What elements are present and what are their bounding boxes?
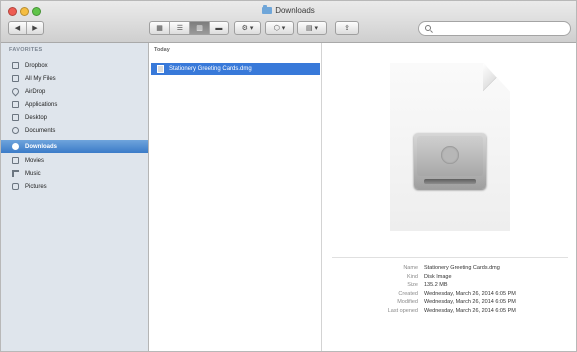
sidebar-item-music[interactable]: Music [1,167,148,180]
forward-button[interactable]: ▶ [27,22,43,34]
info-row-name: Name Stationery Greeting Cards.dmg [332,264,568,273]
movies-icon [12,157,19,164]
info-key: Kind [406,273,418,280]
info-row-created: Created Wednesday, March 26, 2014 6:05 PM [332,290,568,299]
info-value: Disk Image [424,273,452,280]
chevron-right-icon: ▶ [32,25,38,32]
music-icon [12,170,19,177]
sidebar-item-desktop[interactable]: Desktop [1,111,148,124]
view-mode-control: ▦ ☰ ▥ ▬ [149,21,229,35]
drive-slot [424,179,476,184]
search-input[interactable] [433,23,567,36]
documents-icon [12,127,19,134]
sidebar-item-movies[interactable]: Movies [1,154,148,167]
pictures-icon [12,183,19,190]
icon-view-button[interactable]: ▦ [150,22,171,34]
coverflow-view-button[interactable]: ▬ [210,22,228,34]
chevron-left-icon: ◀ [14,25,21,32]
sidebar-item-label: Dropbox [25,62,48,69]
sidebar-item-documents[interactable]: Documents [1,124,148,137]
file-column: Today Stationery Greeting Cards.dmg [149,43,322,351]
drive-platter [441,146,459,164]
disk-image-icon [390,63,510,231]
info-value: 135.2 MB [424,282,448,288]
share-icon: ⇪ [344,25,350,32]
sidebar-item-label: Applications [25,101,58,108]
info-key: Size [407,282,418,288]
action-menu-icon: ▤ ▾ [305,25,319,32]
info-key: Last opened [387,307,418,314]
sidebar-item-pictures[interactable]: Pictures [1,180,148,193]
sidebar-section-favorites: FAVORITES [9,47,43,53]
dropbox-icon: ⬡ ▾ [273,25,286,32]
sidebar: FAVORITES Dropbox All My Files AirDrop A… [1,43,149,351]
box-icon [12,62,19,69]
search-icon [425,25,431,31]
folder-icon [262,5,273,15]
preview-pane: Name Stationery Greeting Cards.dmg Kind Di… [322,43,576,351]
info-value: Wednesday, March 26, 2014 6:05 PM [424,307,516,314]
finder-window: Downloads ◀ ▶ ▦ ☰ ▥ ▬ ⚙ ▾ ⬡ ▾ ▤ ▾ ⇪ FAVO… [0,0,577,352]
info-value: Wednesday, March 26, 2014 6:05 PM [424,290,516,297]
sidebar-item-label: AirDrop [25,88,46,95]
coverflow-view-icon: ▬ [215,24,223,32]
sidebar-item-label: Desktop [25,114,48,121]
file-name: Stationery Greeting Cards.dmg [169,66,252,72]
info-row-size: Size 135.2 MB [332,281,568,290]
info-value: Stationery Greeting Cards.dmg [424,265,500,271]
action-button[interactable]: ▤ ▾ [297,21,327,35]
file-row[interactable]: Stationery Greeting Cards.dmg [151,63,320,75]
sidebar-item-airdrop[interactable]: AirDrop [1,85,148,98]
sidebar-item-label: All My Files [25,75,56,82]
column-view-icon: ▥ [196,25,203,32]
back-forward-control: ◀ ▶ [8,21,44,35]
sidebar-item-label: Movies [25,157,45,164]
back-button[interactable]: ◀ [9,22,27,34]
sidebar-item-label: Downloads [25,143,58,150]
info-key: Modified [397,299,418,305]
quicklook-button[interactable]: ⇪ [335,21,359,35]
arrange-button[interactable]: ⚙ ▾ [234,21,261,35]
sidebar-item-dropbox[interactable]: Dropbox [1,59,148,72]
column-view-button[interactable]: ▥ [190,22,210,34]
info-key: Name [403,265,418,271]
window-title-text: Downloads [275,6,315,15]
drive-top [417,136,483,176]
downloads-icon [12,143,19,150]
sidebar-item-label: Pictures [25,183,47,190]
list-view-icon: ☰ [176,25,183,32]
desktop-icon [12,114,19,121]
info-value: Wednesday, March 26, 2014 6:05 PM [424,299,516,305]
sidebar-item-applications[interactable]: Applications [1,98,148,111]
airdrop-icon [10,86,21,97]
search-field[interactable] [418,21,571,36]
sidebar-item-downloads[interactable]: Downloads [1,140,148,153]
icon-view-icon: ▦ [156,25,163,32]
info-row-last-opened: Last opened Wednesday, March 26, 2014 6:0… [332,307,568,316]
info-row-kind: Kind Disk Image [332,273,568,282]
list-view-button[interactable]: ☰ [170,22,191,34]
window-title: Downloads [1,5,576,15]
column-group-header: Today [154,47,170,53]
sidebar-item-label: Music [25,170,41,177]
info-row-modified: Modified Wednesday, March 26, 2014 6:05 P… [332,298,568,307]
share-button[interactable]: ⬡ ▾ [265,21,294,35]
info-key: Created [398,290,418,297]
sidebar-item-label: Documents [25,127,56,134]
title-bar: Downloads ◀ ▶ ▦ ☰ ▥ ▬ ⚙ ▾ ⬡ ▾ ▤ ▾ ⇪ [1,1,576,43]
sidebar-item-all-my-files[interactable]: All My Files [1,72,148,85]
applications-icon [12,101,19,108]
disk-image-icon [157,65,164,73]
gear-icon: ⚙ ▾ [241,25,254,32]
files-icon [12,75,19,82]
hard-drive-icon [414,133,486,189]
file-info: Name Stationery Greeting Cards.dmg Kind Di… [332,257,568,315]
